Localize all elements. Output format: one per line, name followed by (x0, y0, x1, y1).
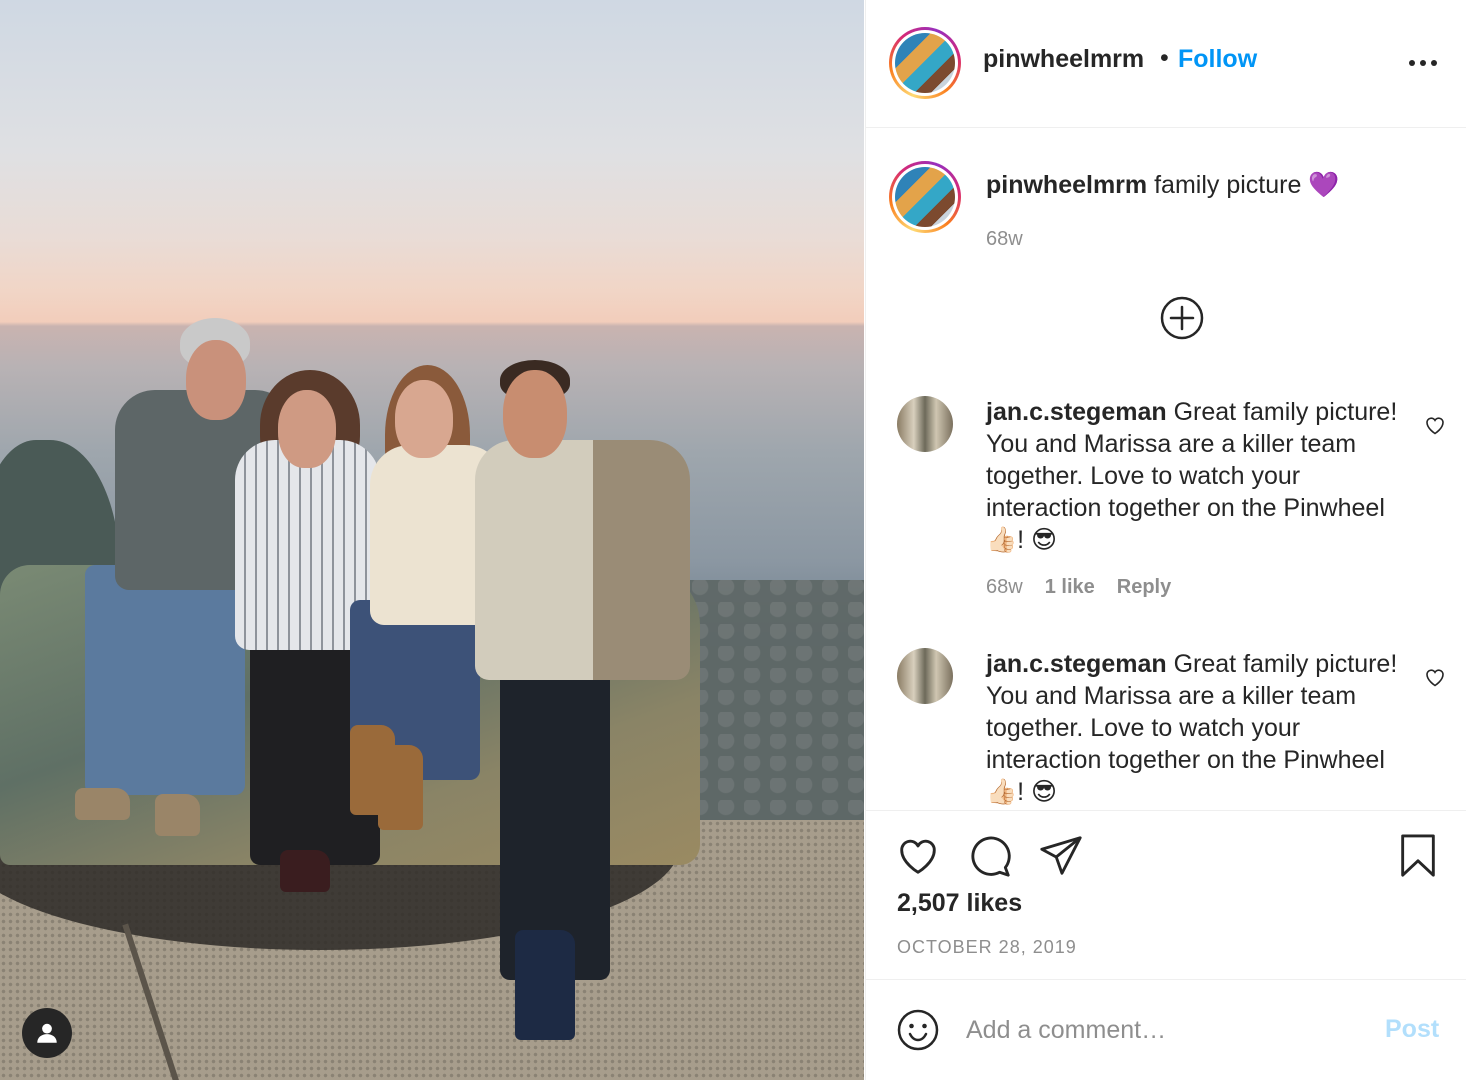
comment-text: jan.c.stegeman Great family picture! You… (986, 648, 1406, 808)
heart-icon[interactable] (895, 833, 941, 879)
post-sidebar: pinwheelmrm • Follow pinwheelmrm family … (865, 0, 1466, 1080)
post-actions: 2,507 likes OCTOBER 28, 2019 (866, 810, 1466, 980)
add-comment-bar: Post (866, 980, 1466, 1080)
person-4 (470, 360, 700, 1050)
post-date: OCTOBER 28, 2019 (897, 937, 1077, 957)
more-options-icon[interactable] (1408, 48, 1438, 78)
comment-input[interactable] (966, 1010, 1366, 1050)
comment-bubble-icon[interactable] (967, 833, 1013, 879)
caption-username[interactable]: pinwheelmrm (986, 171, 1147, 199)
comment-heart-icon[interactable] (1423, 665, 1447, 689)
likes-count[interactable]: 2,507 likes (897, 889, 1022, 918)
author-avatar[interactable] (889, 27, 961, 99)
post-comment-button[interactable]: Post (1385, 1015, 1439, 1044)
comments-list[interactable]: pinwheelmrm family picture 💜 68w jan.c.s… (866, 128, 1466, 810)
post-header: pinwheelmrm • Follow (866, 0, 1466, 128)
separator-dot: • (1160, 44, 1169, 72)
comment-heart-icon[interactable] (1423, 413, 1447, 437)
follow-button[interactable]: Follow (1178, 45, 1257, 74)
commenter-username[interactable]: jan.c.stegeman (986, 398, 1167, 426)
caption-text: pinwheelmrm family picture 💜 (986, 171, 1339, 200)
comment-text: jan.c.stegeman Great family picture! You… (986, 396, 1406, 556)
plus-circle-icon[interactable] (1160, 296, 1204, 340)
caption-avatar[interactable] (889, 161, 961, 233)
user-tag-icon[interactable] (22, 1008, 72, 1058)
caption-time: 68w (986, 228, 1023, 250)
comment-likes[interactable]: 1 like (1045, 576, 1095, 599)
emoji-smile-icon[interactable] (896, 1008, 940, 1052)
commenter-avatar[interactable] (897, 396, 953, 452)
commenter-username[interactable]: jan.c.stegeman (986, 650, 1167, 678)
commenter-avatar[interactable] (897, 648, 953, 704)
post-photo[interactable] (0, 0, 864, 1080)
author-username[interactable]: pinwheelmrm (983, 45, 1144, 74)
bookmark-icon[interactable] (1395, 833, 1441, 879)
paper-plane-icon[interactable] (1038, 833, 1084, 879)
comment-meta: 68w 1 like Reply (986, 576, 1171, 599)
caption-body: family picture 💜 (1154, 171, 1340, 199)
comment-time: 68w (986, 576, 1023, 598)
reply-button[interactable]: Reply (1117, 576, 1171, 599)
